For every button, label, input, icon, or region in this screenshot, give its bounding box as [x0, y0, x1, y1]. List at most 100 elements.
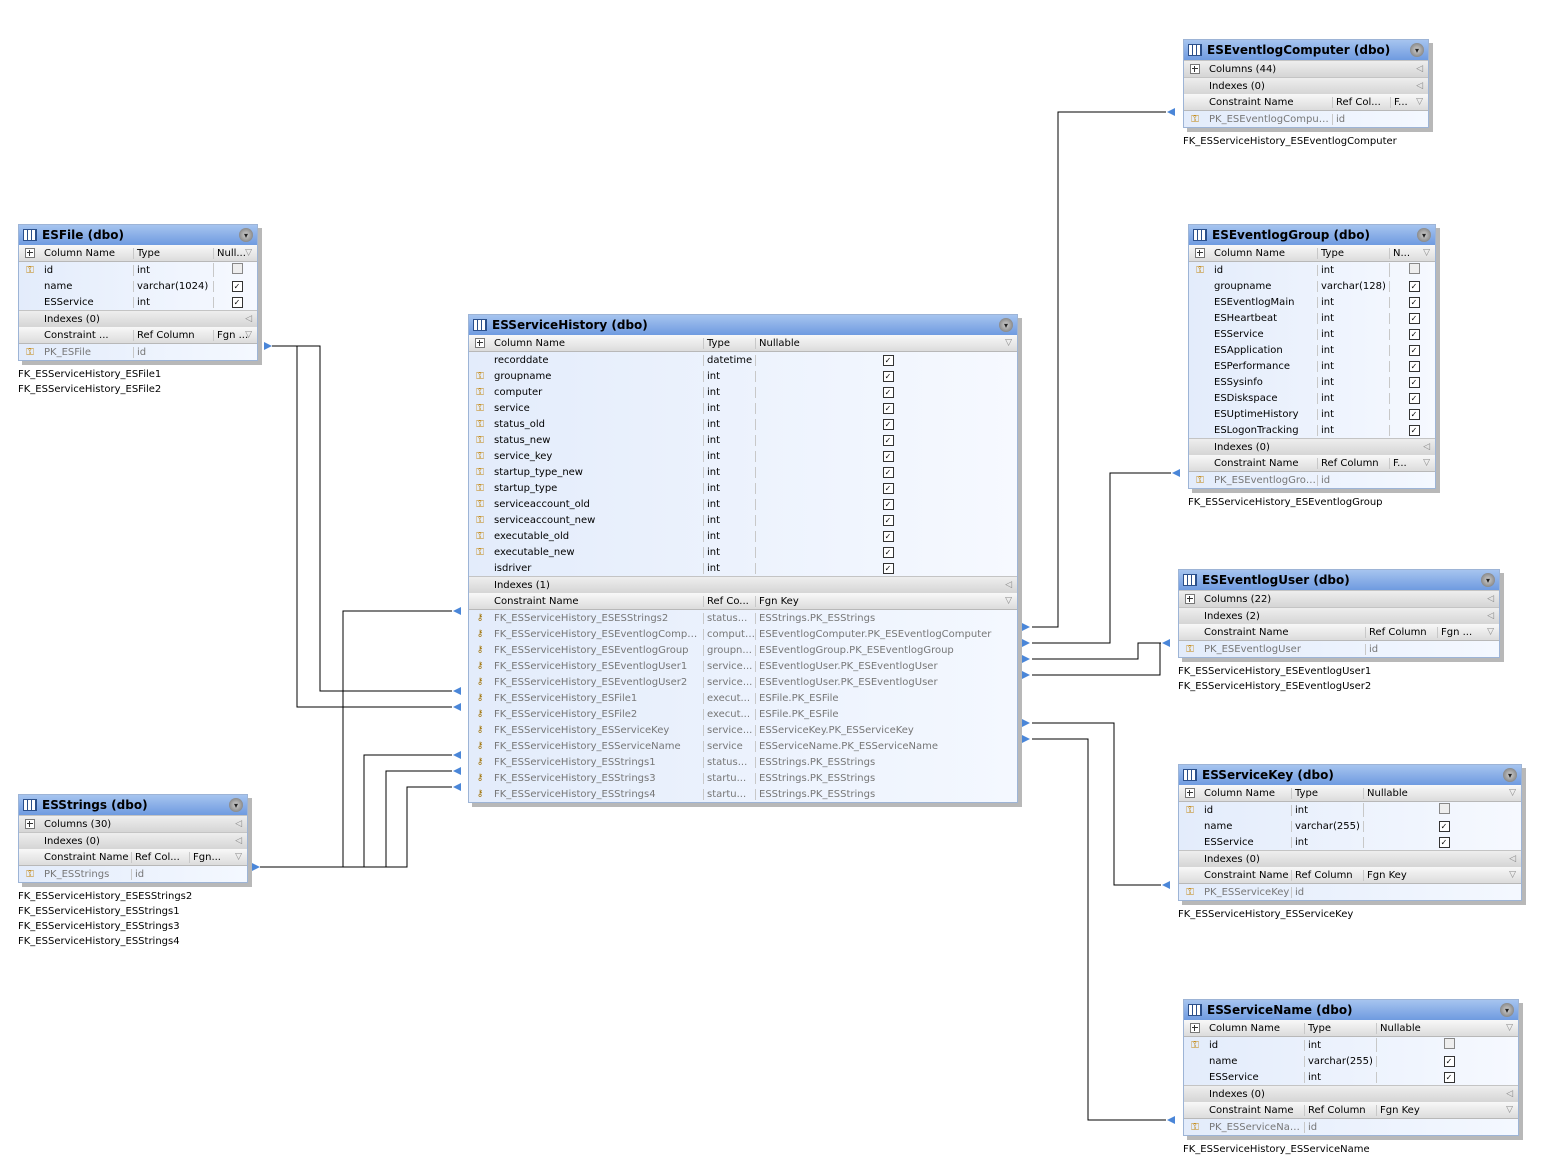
- sort-arrow-icon[interactable]: ▽: [245, 330, 252, 340]
- collapse-arrow-icon[interactable]: ▾: [1417, 228, 1431, 242]
- column-row[interactable]: ⚿ computer int ✓: [469, 384, 1017, 400]
- constraint-header-row[interactable]: Constraint Name Ref Col... Fgn... ▽: [19, 849, 247, 866]
- checkbox-icon[interactable]: ✓: [1408, 392, 1420, 404]
- collapse-arrow-icon[interactable]: ▾: [999, 318, 1013, 332]
- column-row[interactable]: ESService int ✓: [19, 294, 257, 310]
- sort-arrow-icon[interactable]: ▽: [1423, 458, 1430, 468]
- collapse-arrow-icon[interactable]: ◁: [1005, 580, 1012, 590]
- checkbox-icon[interactable]: ✓: [882, 514, 894, 526]
- checkbox-icon[interactable]: ✓: [231, 296, 243, 308]
- plus-icon[interactable]: [25, 248, 35, 258]
- plus-icon[interactable]: [1185, 594, 1195, 604]
- table-title-bar[interactable]: ESFile (dbo) ▾: [19, 225, 257, 245]
- indexes-section[interactable]: Indexes (0) ◁: [1189, 438, 1435, 455]
- sort-arrow-icon[interactable]: ▽: [1005, 338, 1012, 348]
- constraint-header-row[interactable]: Constraint Name Ref Column Fgn Key ▽: [1179, 867, 1521, 884]
- checkbox-icon[interactable]: ✓: [882, 466, 894, 478]
- constraint-header-row[interactable]: Constraint Name Ref Co... Fgn Key ▽: [469, 593, 1017, 610]
- sort-arrow-icon[interactable]: ▽: [1509, 870, 1516, 880]
- checkbox-icon[interactable]: ✓: [882, 370, 894, 382]
- column-row[interactable]: ESService int ✓: [1189, 326, 1435, 342]
- foreign-key-row[interactable]: ⚷ FK_ESServiceHistory_ESEventlogComputer c…: [469, 626, 1017, 642]
- column-header-row[interactable]: Column Name Type Nullable ▽: [1184, 1020, 1518, 1037]
- checkbox-icon[interactable]: ✓: [882, 450, 894, 462]
- column-row[interactable]: ESService int ✓: [1179, 834, 1521, 850]
- collapse-arrow-icon[interactable]: ◁: [1487, 611, 1494, 621]
- checkbox-icon[interactable]: ✓: [882, 418, 894, 430]
- foreign-key-row[interactable]: ⚷ FK_ESServiceHistory_ESEventlogUser2 serv…: [469, 674, 1017, 690]
- column-header-row[interactable]: Column Name Type Nullable ▽: [469, 335, 1017, 352]
- columns-section[interactable]: Columns (22) ◁: [1179, 590, 1499, 607]
- column-row[interactable]: ⚿ serviceaccount_old int ✓: [469, 496, 1017, 512]
- checkbox-icon[interactable]: ✓: [882, 354, 894, 366]
- column-row[interactable]: ESPerformance int ✓: [1189, 358, 1435, 374]
- column-row[interactable]: ESHeartbeat int ✓: [1189, 310, 1435, 326]
- checkbox-icon[interactable]: ✓: [882, 562, 894, 574]
- column-row[interactable]: ⚿ id int: [1184, 1037, 1518, 1053]
- constraint-header-row[interactable]: Constraint Name Ref Col... F... ▽: [1184, 94, 1428, 111]
- checkbox-icon[interactable]: ✓: [882, 482, 894, 494]
- sort-arrow-icon[interactable]: ▽: [1509, 788, 1516, 798]
- collapse-arrow-icon[interactable]: ▾: [229, 798, 243, 812]
- collapse-arrow-icon[interactable]: ◁: [1487, 594, 1494, 604]
- primary-key-row[interactable]: ⚿ PK_ESFile id: [19, 344, 257, 360]
- column-row[interactable]: ESService int ✓: [1184, 1069, 1518, 1085]
- indexes-section[interactable]: Indexes (2) ◁: [1179, 607, 1499, 624]
- table-esservicehistory[interactable]: ESServiceHistory (dbo) ▾ Column Name Type Nu…: [468, 314, 1018, 803]
- columns-section[interactable]: Columns (30) ◁: [19, 815, 247, 832]
- table-title-bar[interactable]: ESServiceKey (dbo) ▾: [1179, 765, 1521, 785]
- table-esservicekey[interactable]: ESServiceKey (dbo) ▾ Column Name Type Nullab…: [1178, 764, 1522, 901]
- primary-key-row[interactable]: ⚿ PK_ESEventlogUser id: [1179, 641, 1499, 657]
- column-row[interactable]: recorddate datetime ✓: [469, 352, 1017, 368]
- checkbox-icon[interactable]: ✓: [1438, 836, 1450, 848]
- constraint-header-row[interactable]: Constraint Name Ref Column Fgn Key ▽: [1184, 1102, 1518, 1119]
- collapse-arrow-icon[interactable]: ◁: [1509, 854, 1516, 864]
- indexes-section[interactable]: Indexes (0) ◁: [1184, 77, 1428, 94]
- foreign-key-row[interactable]: ⚷ FK_ESServiceHistory_ESFile1 execut... ESF…: [469, 690, 1017, 706]
- column-header-row[interactable]: Column Name Type N... ▽: [1189, 245, 1435, 262]
- column-row[interactable]: name varchar(255) ✓: [1184, 1053, 1518, 1069]
- checkbox-icon[interactable]: ✓: [882, 402, 894, 414]
- table-esservicename[interactable]: ESServiceName (dbo) ▾ Column Name Type Nulla…: [1183, 999, 1519, 1136]
- checkbox-icon[interactable]: [1443, 1038, 1455, 1049]
- column-row[interactable]: groupname varchar(128) ✓: [1189, 278, 1435, 294]
- primary-key-row[interactable]: ⚿ PK_ESEventlogComputer id: [1184, 111, 1428, 127]
- collapse-arrow-icon[interactable]: ◁: [245, 314, 252, 324]
- column-row[interactable]: ESApplication int ✓: [1189, 342, 1435, 358]
- checkbox-icon[interactable]: ✓: [1408, 280, 1420, 292]
- column-header-row[interactable]: Column Name Type Null... ▽: [19, 245, 257, 262]
- foreign-key-row[interactable]: ⚷ FK_ESServiceHistory_ESStrings1 status...…: [469, 754, 1017, 770]
- checkbox-icon[interactable]: [1408, 263, 1420, 274]
- foreign-key-row[interactable]: ⚷ FK_ESServiceHistory_ESEventlogUser1 serv…: [469, 658, 1017, 674]
- primary-key-row[interactable]: ⚿ PK_ESServiceKey id: [1179, 884, 1521, 900]
- checkbox-icon[interactable]: [231, 263, 243, 274]
- column-row[interactable]: ⚿ status_new int ✓: [469, 432, 1017, 448]
- collapse-arrow-icon[interactable]: ▾: [1481, 573, 1495, 587]
- column-row[interactable]: ⚿ startup_type_new int ✓: [469, 464, 1017, 480]
- plus-icon[interactable]: [1190, 1023, 1200, 1033]
- checkbox-icon[interactable]: ✓: [1408, 312, 1420, 324]
- sort-arrow-icon[interactable]: ▽: [1506, 1023, 1513, 1033]
- table-esstrings[interactable]: ESStrings (dbo) ▾ Columns (30) ◁ Indexes (0)…: [18, 794, 248, 883]
- constraint-header-row[interactable]: Constraint Name Ref Column Fgn ... ▽: [1179, 624, 1499, 641]
- sort-arrow-icon[interactable]: ▽: [1506, 1105, 1513, 1115]
- checkbox-icon[interactable]: ✓: [1408, 344, 1420, 356]
- plus-icon[interactable]: [1185, 788, 1195, 798]
- checkbox-icon[interactable]: ✓: [882, 546, 894, 558]
- table-title-bar[interactable]: ESServiceName (dbo) ▾: [1184, 1000, 1518, 1020]
- indexes-section[interactable]: Indexes (0) ◁: [1179, 850, 1521, 867]
- indexes-section[interactable]: Indexes (0) ◁: [19, 832, 247, 849]
- foreign-key-row[interactable]: ⚷ FK_ESServiceHistory_ESStrings4 startu...…: [469, 786, 1017, 802]
- collapse-arrow-icon[interactable]: ◁: [1423, 442, 1430, 452]
- checkbox-icon[interactable]: ✓: [882, 434, 894, 446]
- collapse-arrow-icon[interactable]: ▾: [239, 228, 253, 242]
- primary-key-row[interactable]: ⚿ PK_ESServiceName id: [1184, 1119, 1518, 1135]
- checkbox-icon[interactable]: ✓: [1443, 1055, 1455, 1067]
- table-title-bar[interactable]: ESStrings (dbo) ▾: [19, 795, 247, 815]
- sort-arrow-icon[interactable]: ▽: [245, 248, 252, 258]
- checkbox-icon[interactable]: ✓: [231, 280, 243, 292]
- checkbox-icon[interactable]: ✓: [1438, 820, 1450, 832]
- checkbox-icon[interactable]: ✓: [1408, 424, 1420, 436]
- column-row[interactable]: ESUptimeHistory int ✓: [1189, 406, 1435, 422]
- column-row[interactable]: isdriver int ✓: [469, 560, 1017, 576]
